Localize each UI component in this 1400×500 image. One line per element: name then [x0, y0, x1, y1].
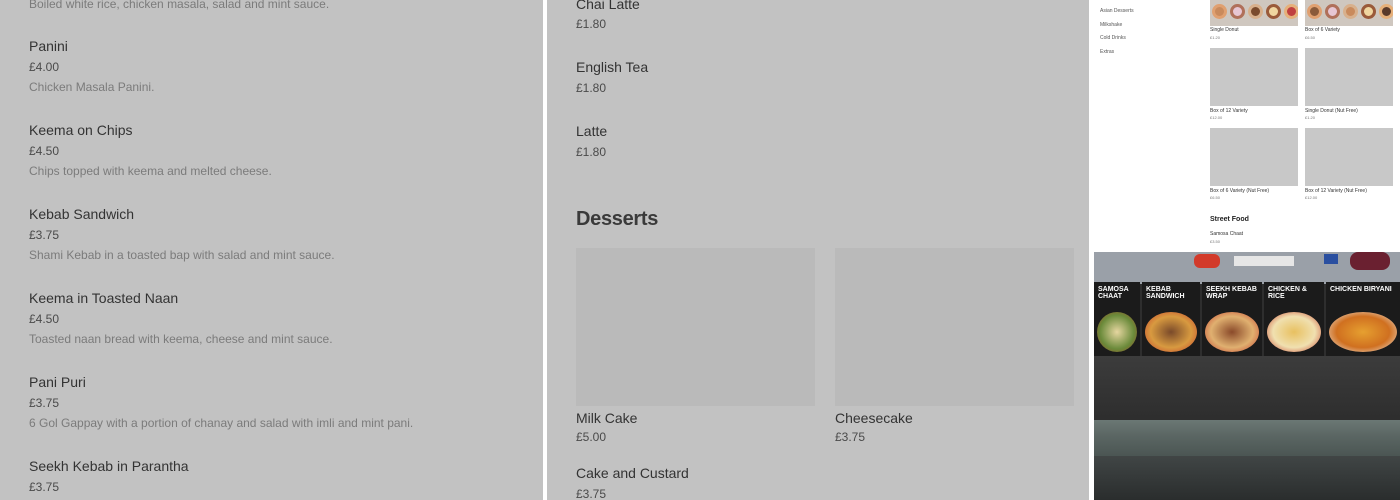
item-name: Cake and Custard	[576, 465, 689, 481]
mini-category: Milkshake	[1100, 22, 1123, 28]
menu-board: KEBAB SANDWICH	[1142, 282, 1200, 356]
mini-product-name: Box of 6 Variety (Nut Free)	[1210, 188, 1270, 194]
item-price: £3.75	[835, 430, 866, 444]
item-description: Chicken Masala Panini.	[29, 80, 155, 94]
donut-image	[1210, 0, 1298, 26]
item-name: English Tea	[576, 59, 649, 75]
item-description: Chips topped with keema and melted chees…	[29, 164, 272, 178]
menu-drinks-desserts-panel: Chai Latte £1.80 English Tea £1.80 Latte…	[547, 0, 1089, 500]
item-name: Keema in Toasted Naan	[29, 290, 179, 306]
board-label: CHICKEN BIRYANI	[1330, 286, 1392, 293]
item-price: £1.80	[576, 17, 607, 31]
mini-product-name: Single Donut	[1210, 27, 1239, 33]
menu-list-panel: Boiled white rice, chicken masala, salad…	[0, 0, 543, 500]
mini-product-name: Box of 12 Variety (Nut Free)	[1305, 188, 1367, 194]
menu-board: SAMOSA CHAAT	[1094, 282, 1140, 356]
mini-menu-screenshot: Asian Desserts Milkshake Cold Drinks Ext…	[1094, 0, 1400, 248]
item-name: Milk Cake	[576, 410, 638, 426]
mini-section-title: Street Food	[1210, 216, 1249, 223]
item-name: Seekh Kebab in Parantha	[29, 458, 189, 474]
item-price: £5.00	[576, 430, 607, 444]
shop-counter-photo: SAMOSA CHAAT KEBAB SANDWICH SEEKH KEBAB …	[1094, 252, 1400, 500]
mini-product-price: £1.20	[1305, 115, 1316, 120]
board-label: KEBAB SANDWICH	[1146, 286, 1185, 300]
drinks-shelf	[1094, 252, 1400, 284]
item-name: Chai Latte	[576, 0, 640, 12]
glass-panel	[1094, 420, 1400, 456]
menu-board: CHICKEN & RICE	[1264, 282, 1324, 356]
mini-product-price: £12.00	[1305, 195, 1318, 200]
menu-board: CHICKEN BIRYANI	[1326, 282, 1400, 356]
board-label: CHICKEN & RICE	[1268, 286, 1307, 300]
item-image-placeholder	[835, 248, 1074, 406]
item-name: Panini	[29, 38, 68, 54]
item-description: Shami Kebab in a toasted bap with salad …	[29, 248, 335, 262]
mini-product-name: Single Donut (Nut Free)	[1305, 108, 1358, 114]
mini-image-placeholder	[1210, 128, 1298, 186]
item-price: £1.80	[576, 81, 607, 95]
item-price: £3.75	[576, 487, 607, 500]
thumbnails-panel: Asian Desserts Milkshake Cold Drinks Ext…	[1094, 0, 1400, 500]
donut-image	[1305, 0, 1393, 26]
menu-board: SEEKH KEBAB WRAP	[1202, 282, 1262, 356]
item-name: Keema on Chips	[29, 122, 133, 138]
item-price: £3.75	[29, 228, 60, 242]
mini-image-placeholder	[1305, 48, 1393, 106]
item-name: Cheesecake	[835, 410, 913, 426]
mini-category: Asian Desserts	[1100, 8, 1134, 14]
item-name: Latte	[576, 123, 608, 139]
mini-product-price: £1.20	[1210, 35, 1221, 40]
item-price: £3.75	[29, 396, 60, 410]
mini-product-name: Box of 12 Variety	[1210, 108, 1248, 114]
item-description: Boiled white rice, chicken masala, salad…	[29, 0, 330, 11]
item-name: Kebab Sandwich	[29, 206, 135, 222]
mini-category: Extras	[1100, 49, 1115, 55]
item-description: Toasted naan bread with keema, cheese an…	[29, 332, 333, 346]
section-title: Desserts	[576, 208, 659, 230]
mini-product-price: £6.50	[1305, 35, 1316, 40]
board-label: SEEKH KEBAB WRAP	[1206, 286, 1257, 300]
item-price: £4.00	[29, 60, 60, 74]
item-price: £3.75	[29, 480, 60, 494]
mini-product-price: £3.50	[1210, 239, 1221, 244]
mini-category: Cold Drinks	[1100, 35, 1126, 41]
item-price: £4.50	[29, 312, 60, 326]
mini-product-name: Box of 6 Variety	[1305, 27, 1340, 33]
item-description: 6 Gol Gappay with a portion of chanay an…	[29, 416, 414, 430]
item-price: £4.50	[29, 144, 60, 158]
item-image-placeholder	[576, 248, 815, 406]
item-name: Pani Puri	[29, 374, 86, 390]
board-label: SAMOSA CHAAT	[1098, 286, 1129, 300]
mini-image-placeholder	[1305, 128, 1393, 186]
mini-product-price: £6.50	[1210, 195, 1221, 200]
item-price: £1.80	[576, 145, 607, 159]
mini-product-name: Samosa Chaat	[1210, 231, 1244, 237]
mini-product-price: £12.00	[1210, 115, 1223, 120]
mini-image-placeholder	[1210, 48, 1298, 106]
